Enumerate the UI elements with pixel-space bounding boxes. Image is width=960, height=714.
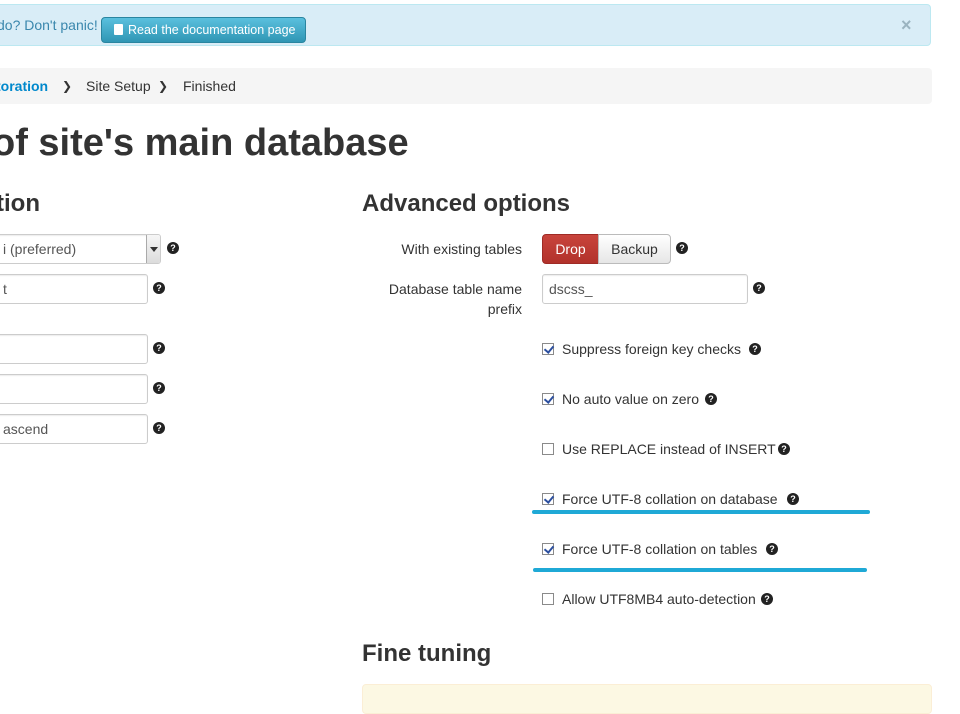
- chevron-right-icon: ❯: [158, 79, 169, 93]
- database-name-input[interactable]: ascend: [0, 414, 148, 444]
- use-replace-checkbox[interactable]: [542, 443, 554, 455]
- allow-utf8mb4-checkbox[interactable]: [542, 593, 554, 605]
- help-icon[interactable]: ?: [153, 382, 165, 394]
- help-icon[interactable]: ?: [153, 422, 165, 434]
- help-icon[interactable]: ?: [778, 443, 790, 455]
- table-prefix-value: dscss_: [549, 281, 593, 297]
- read-documentation-label: Read the documentation page: [128, 23, 296, 37]
- help-icon[interactable]: ?: [153, 282, 165, 294]
- database-host-value: t: [3, 281, 7, 297]
- advanced-options-heading: Advanced options: [362, 190, 571, 217]
- force-utf8-tables-checkbox[interactable]: [542, 543, 554, 555]
- help-icon[interactable]: ?: [766, 543, 778, 555]
- page-title: of site's main database: [0, 122, 409, 164]
- existing-tables-label: With existing tables: [401, 241, 522, 257]
- drop-button[interactable]: Drop: [542, 234, 599, 264]
- force-utf8-database-label: Force UTF-8 collation on database: [562, 491, 778, 507]
- help-icon[interactable]: ?: [705, 393, 717, 405]
- backup-button[interactable]: Backup: [598, 234, 671, 264]
- database-driver-value: i (preferred): [3, 241, 77, 257]
- connection-heading: tion: [0, 190, 40, 217]
- help-icon[interactable]: ?: [761, 593, 773, 605]
- database-username-input[interactable]: [0, 334, 148, 364]
- no-auto-value-checkbox[interactable]: [542, 393, 554, 405]
- info-alert: do? Don't panic! Read the documentation …: [0, 4, 931, 46]
- suppress-foreign-key-label: Suppress foreign key checks: [562, 341, 741, 357]
- table-prefix-label: Database table name prefix: [388, 281, 522, 317]
- force-utf8-tables-label: Force UTF-8 collation on tables: [562, 541, 758, 557]
- chevron-right-icon: ❯: [62, 79, 73, 93]
- table-prefix-input[interactable]: dscss_: [542, 274, 748, 304]
- alert-text: do? Don't panic!: [0, 17, 98, 33]
- help-icon[interactable]: ?: [753, 282, 765, 294]
- suppress-foreign-key-checkbox[interactable]: [542, 343, 554, 355]
- database-name-value: ascend: [3, 421, 49, 437]
- help-icon[interactable]: ?: [167, 242, 179, 254]
- close-icon[interactable]: ×: [901, 16, 912, 34]
- highlight-underline: [533, 568, 867, 572]
- no-auto-value-label: No auto value on zero: [562, 391, 699, 407]
- fine-tuning-heading: Fine tuning: [362, 640, 492, 667]
- allow-utf8mb4-label: Allow UTF8MB4 auto-detection: [562, 591, 756, 607]
- force-utf8-database-checkbox[interactable]: [542, 493, 554, 505]
- database-driver-select[interactable]: i (preferred): [0, 234, 161, 264]
- book-icon: [114, 24, 123, 35]
- breadcrumb: toration ❯ Site Setup ❯ Finished: [0, 68, 932, 104]
- breadcrumb-item-site-setup: Site Setup: [86, 78, 151, 94]
- chevron-down-icon: [146, 235, 160, 263]
- database-host-input[interactable]: t: [0, 274, 148, 304]
- fine-tuning-warning: [362, 684, 932, 714]
- help-icon[interactable]: ?: [153, 342, 165, 354]
- use-replace-label: Use REPLACE instead of INSERT: [562, 441, 776, 457]
- breadcrumb-item-finished: Finished: [183, 78, 236, 94]
- help-icon[interactable]: ?: [749, 343, 761, 355]
- read-documentation-button[interactable]: Read the documentation page: [101, 17, 306, 43]
- help-icon[interactable]: ?: [787, 493, 799, 505]
- database-password-input[interactable]: [0, 374, 148, 404]
- breadcrumb-item-restoration[interactable]: toration: [0, 78, 48, 94]
- highlight-underline: [532, 510, 870, 514]
- help-icon[interactable]: ?: [676, 242, 688, 254]
